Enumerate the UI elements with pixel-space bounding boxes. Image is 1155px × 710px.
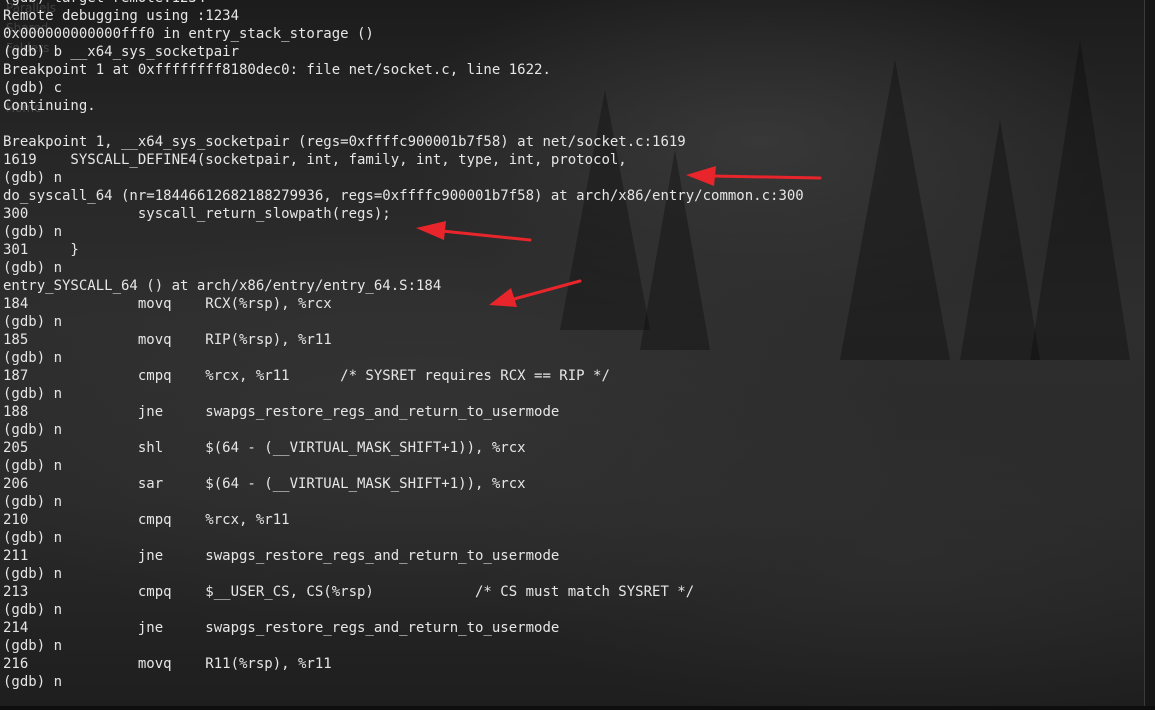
terminal-line: (gdb) n [3, 350, 63, 366]
terminal-line: (gdb) n [3, 458, 63, 474]
terminal-line: 214 jne swapgs_restore_regs_and_return_t… [3, 620, 560, 636]
terminal-line: Breakpoint 1, __x64_sys_socketpair (regs… [3, 134, 686, 150]
terminal-line: Breakpoint 1 at 0xffffffff8180dec0: file… [3, 62, 551, 78]
window-right-edge [1144, 0, 1155, 710]
terminal-line: 185 movq RIP(%rsp), %r11 [3, 332, 332, 348]
terminal-line: (gdb) c [3, 80, 63, 96]
wallpaper-tree [1030, 40, 1130, 360]
terminal-line: (gdb) n [3, 224, 63, 240]
terminal-line: (gdb) n [3, 170, 63, 186]
terminal-line: do_syscall_64 (nr=18446612682188279936, … [3, 188, 804, 204]
terminal-line: (gdb) n [3, 674, 63, 690]
terminal-line: (gdb) n [3, 260, 63, 276]
wallpaper-tree [960, 120, 1040, 360]
terminal-line: 301 } [3, 242, 79, 258]
terminal-line: (gdb) target remote:1234 [3, 0, 804, 7]
terminal-output[interactable]: (gdb) target remote:1234Remote debugging… [3, 0, 804, 691]
terminal-line: 187 cmpq %rcx, %r11 /* SYSRET requires R… [3, 368, 610, 384]
terminal-line: (gdb) n [3, 314, 63, 330]
terminal-line: 0x000000000000fff0 in entry_stack_storag… [3, 26, 374, 42]
terminal-line: 206 sar $(64 - (__VIRTUAL_MASK_SHIFT+1))… [3, 476, 526, 492]
terminal-line: 216 movq R11(%rsp), %r11 [3, 656, 332, 672]
terminal-line: 188 jne swapgs_restore_regs_and_return_t… [3, 404, 560, 420]
terminal-line: (gdb) n [3, 494, 63, 510]
terminal-line: (gdb) n [3, 530, 63, 546]
terminal-line: (gdb) n [3, 386, 63, 402]
terminal-line: Continuing. [3, 98, 96, 114]
terminal-line: (gdb) b __x64_sys_socketpair [3, 44, 240, 60]
terminal-line: (gdb) n [3, 566, 63, 582]
terminal-line: (gdb) n [3, 638, 63, 654]
terminal-line: Remote debugging using :1234 [3, 8, 240, 24]
terminal-line: entry_SYSCALL_64 () at arch/x86/entry/en… [3, 278, 442, 294]
terminal-line: 184 movq RCX(%rsp), %rcx [3, 296, 332, 312]
terminal-line: 1619 SYSCALL_DEFINE4(socketpair, int, fa… [3, 152, 627, 168]
terminal-line: (gdb) n [3, 422, 63, 438]
terminal-line: 300 syscall_return_slowpath(regs); [3, 206, 391, 222]
terminal-line: 213 cmpq $__USER_CS, CS(%rsp) /* CS must… [3, 584, 695, 600]
terminal-line: 205 shl $(64 - (__VIRTUAL_MASK_SHIFT+1))… [3, 440, 526, 456]
wallpaper-tree [840, 60, 950, 360]
terminal-window[interactable]: ParallelsSharedFoldersHome (gdb) target … [0, 0, 1155, 710]
terminal-line: 210 cmpq %rcx, %r11 [3, 512, 290, 528]
terminal-line: 211 jne swapgs_restore_regs_and_return_t… [3, 548, 560, 564]
terminal-line: (gdb) n [3, 602, 63, 618]
window-bottom-edge [0, 706, 1155, 710]
